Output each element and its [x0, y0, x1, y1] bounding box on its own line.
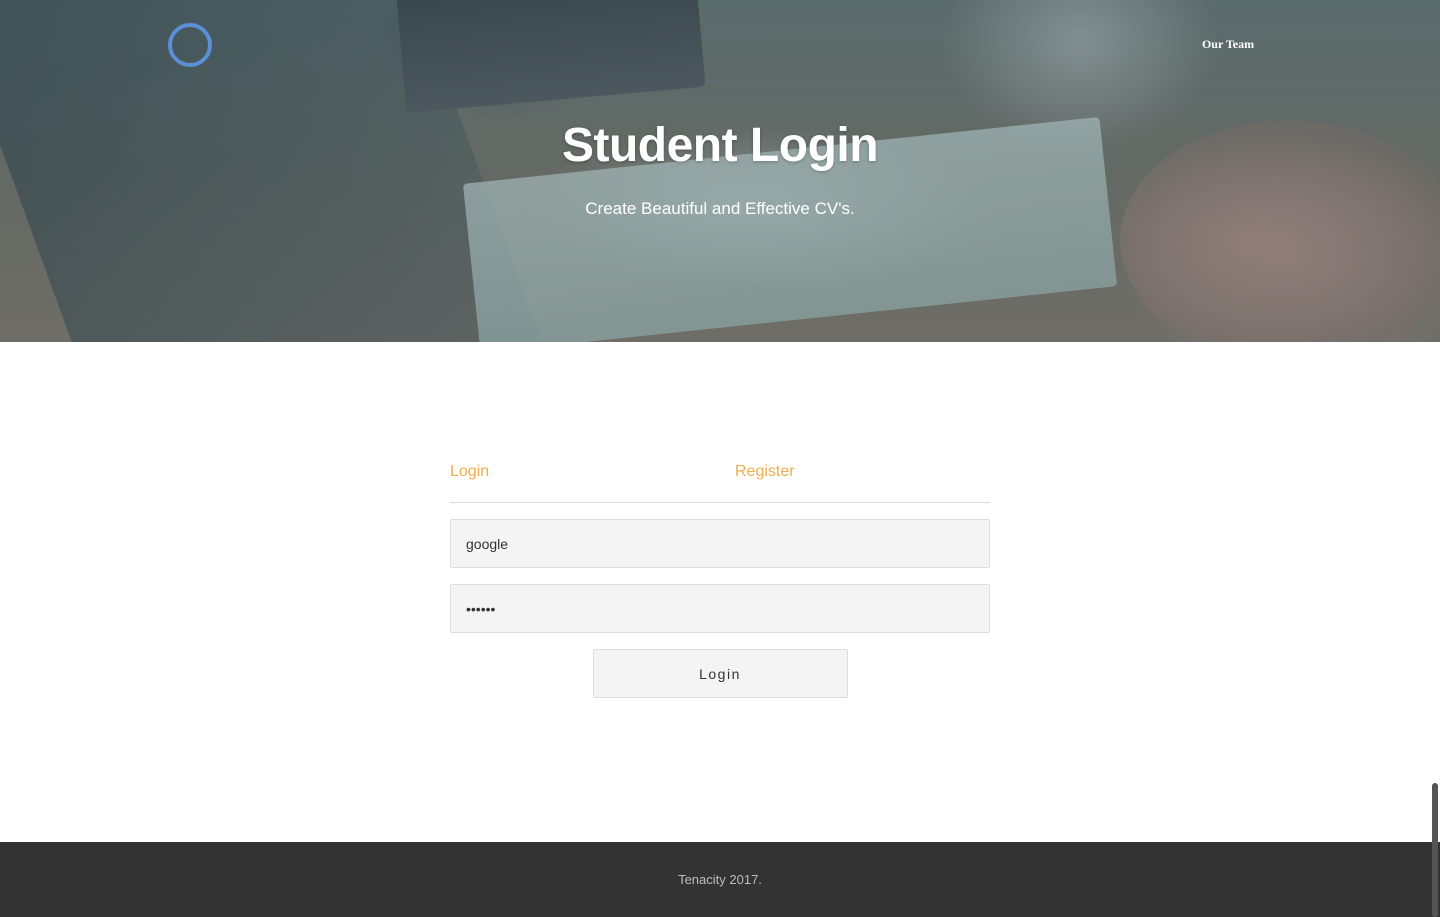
login-button[interactable]: Login [592, 649, 848, 698]
password-input[interactable] [450, 584, 990, 633]
page-title: Student Login [561, 119, 879, 172]
page-subtitle: Create Beautiful and Effective CV's. [585, 199, 855, 218]
footer: Tenacity 2017. [0, 842, 1440, 917]
nav-our-team-link[interactable]: Our Team [1190, 37, 1266, 52]
tab-login[interactable]: Login [450, 463, 489, 481]
footer-copyright: Tenacity 2017. [678, 872, 762, 887]
scrollbar-thumb[interactable] [1432, 783, 1438, 917]
username-input[interactable] [450, 519, 990, 568]
hero-banner: Our Team Student Login Create Beautiful … [0, 0, 1440, 342]
tab-register[interactable]: Register [735, 463, 795, 481]
ring-logo-icon[interactable] [168, 23, 212, 67]
login-form: Login Register Login [450, 455, 990, 698]
auth-tabs: Login Register [450, 455, 990, 503]
